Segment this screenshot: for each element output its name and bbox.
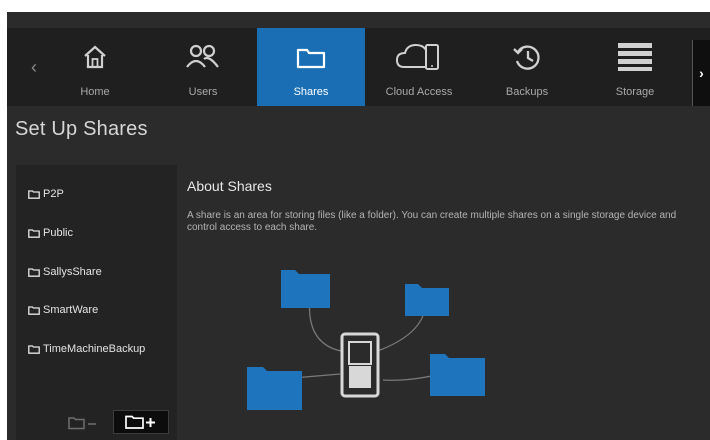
nav-item-storage[interactable]: Storage <box>581 28 689 106</box>
home-icon <box>41 40 149 74</box>
top-navigation: ‹ Home Users Shares Cloud Access Backups… <box>7 28 710 106</box>
share-item-smartware[interactable]: SmartWare <box>16 291 177 329</box>
share-item-label: SmartWare <box>43 304 99 316</box>
folder-icon <box>28 305 40 315</box>
nav-label-home: Home <box>80 86 110 98</box>
shares-illustration <box>247 270 485 410</box>
users-icon <box>149 40 257 74</box>
nav-label-users: Users <box>188 86 218 98</box>
folder-icon <box>28 228 40 238</box>
share-item-label: P2P <box>43 188 64 200</box>
folder-icon <box>28 344 40 354</box>
nav-label-storage: Storage <box>615 86 655 98</box>
nav-item-cloud-access[interactable]: Cloud Access <box>365 28 473 106</box>
nav-item-home[interactable]: Home <box>41 28 149 106</box>
app-window: ‹ Home Users Shares Cloud Access Backups… <box>7 12 710 440</box>
folder-icon <box>28 189 40 199</box>
folder-icon <box>257 40 365 74</box>
nav-label-shares: Shares <box>293 86 329 98</box>
device-icon <box>340 332 380 398</box>
nav-next-arrow[interactable]: › <box>692 40 710 106</box>
nav-item-users[interactable]: Users <box>149 28 257 106</box>
folder-minus-icon <box>68 417 96 430</box>
nav-label-cloud-access: Cloud Access <box>385 86 453 98</box>
storage-icon <box>581 40 689 74</box>
share-item-public[interactable]: Public <box>16 214 177 252</box>
share-item-label: TimeMachineBackup <box>43 343 146 355</box>
cloud-device-icon <box>365 40 473 74</box>
add-share-button[interactable] <box>113 410 169 434</box>
nav-label-backups: Backups <box>505 86 549 98</box>
share-item-p2p[interactable]: P2P <box>16 175 177 213</box>
share-item-label: Public <box>43 227 73 239</box>
share-item-timemachinebackup[interactable]: TimeMachineBackup <box>16 330 177 368</box>
folder-icon <box>28 267 40 277</box>
delete-share-button[interactable] <box>62 412 104 434</box>
backup-clock-icon <box>473 40 581 74</box>
about-shares-description: A share is an area for storing files (li… <box>187 210 677 233</box>
about-shares-heading: About Shares <box>187 178 272 194</box>
nav-item-backups[interactable]: Backups <box>473 28 581 106</box>
share-list: P2P Public SallysShare SmartWare TimeMac… <box>16 165 177 440</box>
share-list-footer <box>16 406 177 440</box>
share-item-sallysshare[interactable]: SallysShare <box>16 253 177 291</box>
nav-item-shares[interactable]: Shares <box>257 28 365 106</box>
page-title: Set Up Shares <box>15 118 148 140</box>
share-item-label: SallysShare <box>43 266 102 278</box>
folder-plus-icon <box>125 415 155 429</box>
